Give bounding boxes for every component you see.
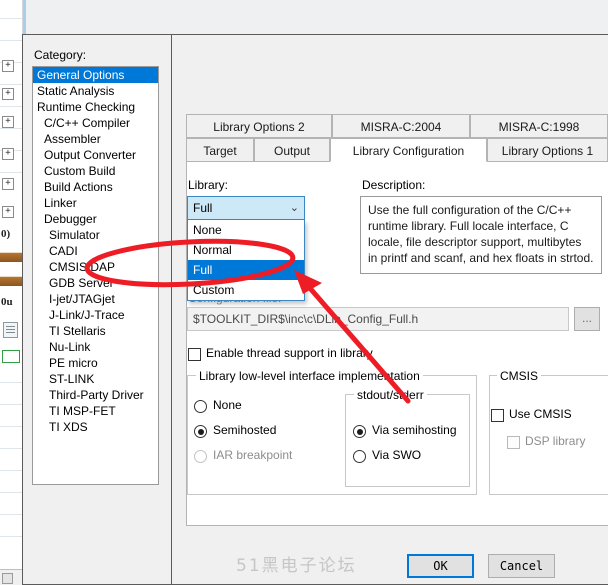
tab[interactable]: Target: [186, 138, 254, 162]
category-item[interactable]: CMSIS DAP: [33, 259, 158, 275]
tab[interactable]: MISRA-C:2004: [332, 114, 470, 138]
category-item[interactable]: Build Actions: [33, 179, 158, 195]
use-cmsis-checkbox[interactable]: [491, 409, 504, 422]
horizontal-scrollbar[interactable]: [0, 569, 23, 585]
enable-thread-support-label: Enable thread support in library: [206, 346, 373, 360]
category-item[interactable]: PE micro: [33, 355, 158, 371]
lowlevel-radio-iar-breakpoint: [194, 450, 207, 463]
tree-expander-icon[interactable]: +: [2, 88, 14, 100]
stdout-radio-via-swo[interactable]: [353, 450, 366, 463]
stdout-stderr-groupbox: [345, 394, 470, 487]
active-line-marker-icon: [2, 350, 20, 363]
tab[interactable]: Library Options 2: [186, 114, 332, 138]
category-item[interactable]: Static Analysis: [33, 83, 158, 99]
stdout-label-via-semihosting: Via semihosting: [372, 423, 457, 437]
category-label: Category:: [34, 48, 87, 62]
lowlevel-label-semihosted: Semihosted: [213, 423, 277, 437]
category-item[interactable]: TI MSP-FET: [33, 403, 158, 419]
dsp-library-checkbox: [507, 436, 520, 449]
category-item[interactable]: J-Link/J-Trace: [33, 307, 158, 323]
output-marker-icon: 0): [1, 228, 11, 240]
tree-expander-icon[interactable]: +: [2, 60, 14, 72]
category-item[interactable]: Nu-Link: [33, 339, 158, 355]
lowlevel-group-title: Library low-level interface implementati…: [196, 369, 423, 383]
tab[interactable]: Library Configuration: [330, 138, 487, 162]
tree-expander-icon[interactable]: +: [2, 116, 14, 128]
enable-thread-support-checkbox[interactable]: [188, 348, 201, 361]
library-dropdown-list[interactable]: None Normal Full Custom: [187, 220, 305, 301]
tab[interactable]: Output: [254, 138, 330, 162]
tab[interactable]: MISRA-C:1998: [470, 114, 608, 138]
output-marker-icon: 0u: [1, 296, 13, 308]
tree-expander-icon[interactable]: +: [2, 178, 14, 190]
category-item[interactable]: Debugger: [33, 211, 158, 227]
stdout-label-via-swo: Via SWO: [372, 448, 422, 462]
category-item[interactable]: Assembler: [33, 131, 158, 147]
category-item[interactable]: ST-LINK: [33, 371, 158, 387]
category-item[interactable]: Third-Party Driver: [33, 387, 158, 403]
description-label: Description:: [362, 178, 426, 192]
category-item[interactable]: General Options: [33, 67, 158, 83]
category-item[interactable]: Custom Build: [33, 163, 158, 179]
library-combobox-value: Full: [193, 201, 213, 215]
lowlevel-label-iar-breakpoint: IAR breakpoint: [213, 448, 293, 462]
forum-watermark: 51黑电子论坛: [236, 556, 357, 576]
library-dropdown-item[interactable]: Full: [188, 260, 304, 280]
lowlevel-label-none: None: [213, 398, 242, 412]
lowlevel-radio-none[interactable]: [194, 400, 207, 413]
ok-button[interactable]: OK: [407, 554, 474, 578]
tree-expander-icon[interactable]: +: [2, 206, 14, 218]
category-item[interactable]: Simulator: [33, 227, 158, 243]
progress-bar-segment: [0, 276, 22, 286]
use-cmsis-label: Use CMSIS: [509, 407, 572, 421]
library-combobox[interactable]: Full ⌄: [187, 196, 305, 220]
library-dropdown-item[interactable]: Custom: [188, 280, 304, 300]
library-dropdown-item[interactable]: Normal: [188, 240, 304, 260]
browse-button[interactable]: ...: [574, 307, 600, 331]
chevron-down-icon: ⌄: [289, 202, 299, 214]
category-item[interactable]: CADI: [33, 243, 158, 259]
stdout-radio-via-semihosting[interactable]: [353, 425, 366, 438]
progress-bar-segment: [0, 252, 22, 262]
library-label: Library:: [188, 178, 229, 192]
tab[interactable]: Library Options 1: [487, 138, 608, 162]
file-icon[interactable]: [3, 322, 18, 338]
editor-gutter: + + + + + + 0) 0u: [0, 0, 23, 570]
cmsis-group-title: CMSIS: [497, 369, 542, 383]
description-text: Use the full configuration of the C/C++ …: [360, 196, 602, 274]
lowlevel-radio-semihosted[interactable]: [194, 425, 207, 438]
category-item[interactable]: Output Converter: [33, 147, 158, 163]
category-item[interactable]: C/C++ Compiler: [33, 115, 158, 131]
category-item[interactable]: Linker: [33, 195, 158, 211]
scrollbar-grip[interactable]: [2, 573, 13, 584]
category-item[interactable]: TI XDS: [33, 419, 158, 435]
category-item[interactable]: I-jet/JTAGjet: [33, 291, 158, 307]
library-dropdown-item[interactable]: None: [188, 220, 304, 240]
dsp-library-label: DSP library: [525, 434, 586, 448]
configuration-file-input[interactable]: $TOOLKIT_DIR$\inc\c\DLib_Config_Full.h: [187, 307, 569, 331]
tree-expander-icon[interactable]: +: [2, 148, 14, 160]
cancel-button[interactable]: Cancel: [488, 554, 555, 578]
category-item[interactable]: Runtime Checking: [33, 99, 158, 115]
category-list[interactable]: General Options Static Analysis Runtime Ch…: [32, 66, 159, 485]
category-item[interactable]: TI Stellaris: [33, 323, 158, 339]
stdout-stderr-group-title: stdout/stderr: [354, 388, 427, 402]
category-item[interactable]: GDB Server: [33, 275, 158, 291]
